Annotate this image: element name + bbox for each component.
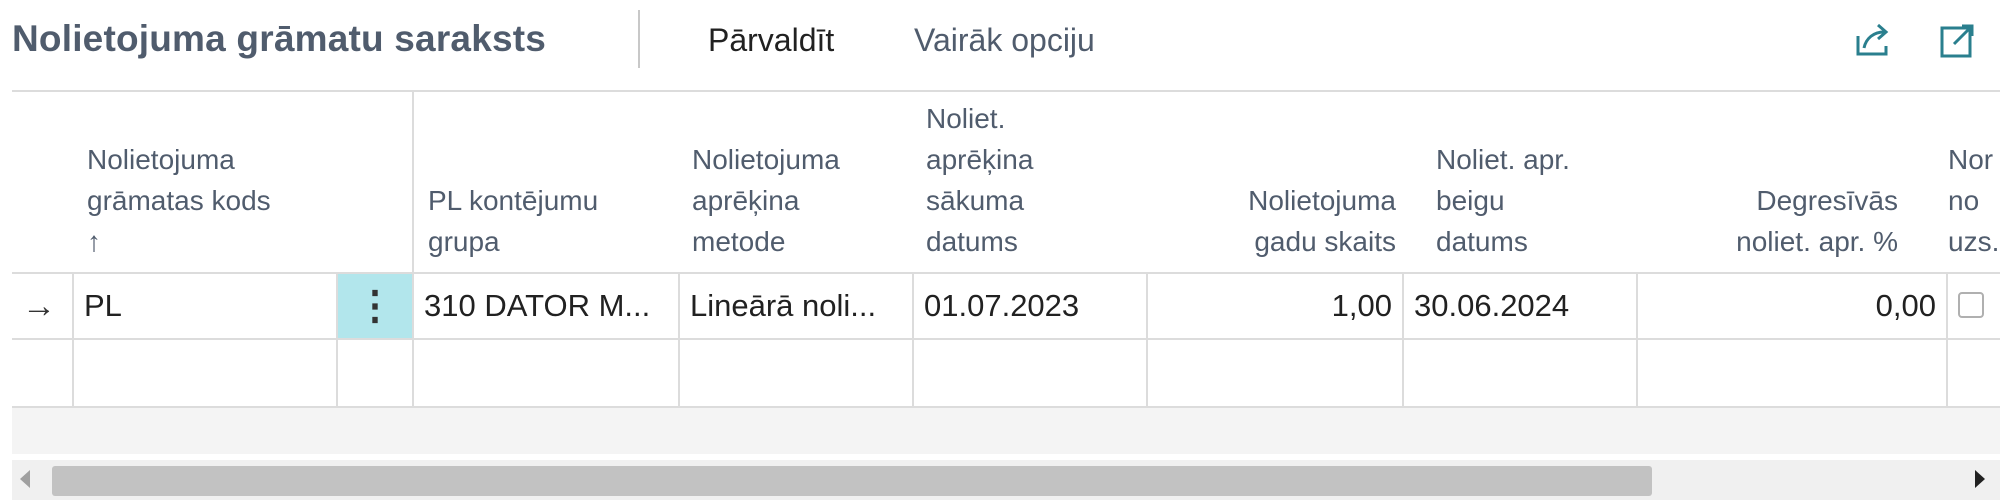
horizontal-scrollbar[interactable] (12, 460, 2000, 500)
cell-method[interactable]: Lineārā noli... (678, 274, 912, 338)
empty-cell[interactable] (1402, 340, 1636, 406)
manage-action[interactable]: Pārvaldīt (708, 22, 834, 59)
empty-cell[interactable] (72, 340, 336, 406)
share-icon[interactable] (1852, 18, 1896, 62)
empty-cell[interactable] (412, 340, 678, 406)
cell-declining-pct[interactable]: 0,00 (1636, 274, 1946, 338)
page-title: Nolietojuma grāmatu saraksts (12, 18, 547, 59)
cell-years[interactable]: 1,00 (1146, 274, 1402, 338)
scroll-left-icon[interactable] (20, 470, 30, 488)
table-row[interactable]: → PL ⋮ 310 DATOR M... Lineārā noli... 01… (12, 272, 2000, 340)
empty-cell[interactable] (912, 340, 1146, 406)
column-header-posting-group[interactable]: PL kontējumu grupa (428, 92, 658, 272)
grid-footer (12, 408, 2000, 454)
column-header-method[interactable]: Nolietojuma aprēķina metode (692, 92, 912, 272)
cell-partial[interactable] (1946, 274, 2000, 338)
table-row-empty[interactable] (12, 340, 2000, 408)
column-header-partial[interactable]: Nor no uzs. (1948, 92, 2000, 272)
empty-cell[interactable] (1146, 340, 1402, 406)
more-options-action[interactable]: Vairāk opciju (914, 22, 1095, 59)
empty-cell[interactable] (1946, 340, 2000, 406)
scroll-right-icon[interactable] (1975, 470, 1985, 488)
empty-cell (12, 340, 72, 406)
column-header-end-date[interactable]: Noliet. apr. beigu datums (1436, 92, 1646, 272)
arrow-right-icon: → (22, 287, 56, 325)
column-header-declining-pct[interactable]: Degresīvās noliet. apr. % (1652, 92, 1898, 272)
cell-posting-group[interactable]: 310 DATOR M... (412, 274, 678, 338)
row-actions-button[interactable]: ⋮ (336, 274, 412, 338)
empty-cell[interactable] (1636, 340, 1946, 406)
empty-cell[interactable] (678, 340, 912, 406)
empty-cell[interactable] (336, 340, 412, 406)
data-grid: Nolietojuma grāmatas kods ↑ PL kontējumu… (12, 92, 2000, 408)
page-header: Nolietojuma grāmatu saraksts Pārvaldīt V… (0, 0, 2000, 88)
cell-end-date[interactable]: 30.06.2024 (1402, 274, 1636, 338)
checkbox[interactable] (1958, 291, 1984, 318)
expand-icon[interactable] (1936, 18, 1980, 62)
column-header-book-code[interactable]: Nolietojuma grāmatas kods ↑ (87, 92, 337, 272)
cell-start-date[interactable]: 01.07.2023 (912, 274, 1146, 338)
column-header-years[interactable]: Nolietojuma gadu skaits (1142, 92, 1396, 272)
title-divider (638, 10, 640, 68)
column-header-start-date[interactable]: Noliet. aprēķina sākuma datums (926, 92, 1126, 272)
cell-book-code[interactable]: PL (72, 274, 336, 338)
scrollbar-thumb[interactable] (52, 466, 1652, 496)
